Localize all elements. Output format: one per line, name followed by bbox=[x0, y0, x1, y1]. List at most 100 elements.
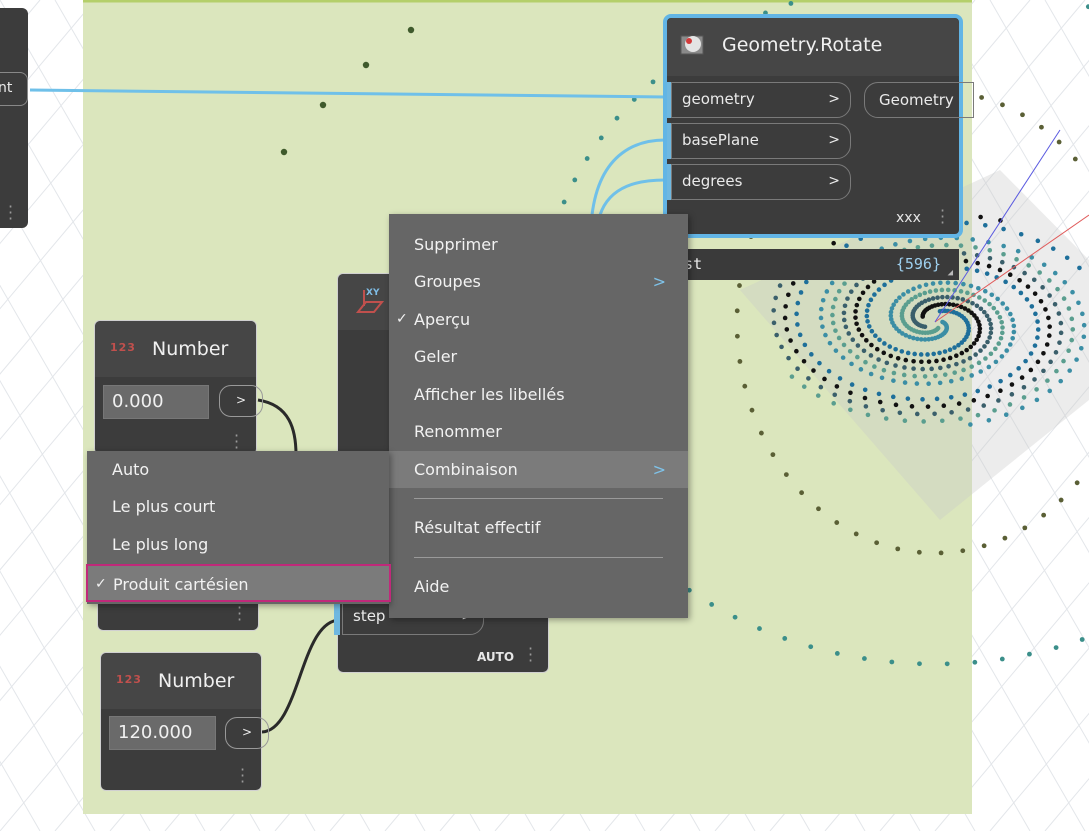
menu-item-resultat-effectif[interactable]: Résultat effectif bbox=[389, 509, 688, 546]
geometry-point bbox=[1079, 637, 1085, 642]
geometry-point bbox=[951, 302, 956, 308]
geometry-point bbox=[820, 324, 825, 329]
check-icon: ✓ bbox=[95, 576, 107, 592]
geometry-point bbox=[893, 363, 898, 368]
geometry-point bbox=[854, 302, 860, 308]
geometry-point bbox=[889, 659, 895, 665]
number-value-field[interactable]: 0.000 bbox=[103, 385, 209, 419]
geometry-point bbox=[853, 309, 858, 314]
geometry-point bbox=[901, 372, 907, 378]
output-port-geometry[interactable]: Geometry bbox=[864, 82, 974, 118]
geometry-point bbox=[999, 330, 1005, 336]
xy-icon-label: XY bbox=[366, 288, 380, 298]
geometry-point bbox=[982, 222, 988, 228]
left-node-output-port[interactable]: nt bbox=[0, 72, 28, 106]
geometry-point bbox=[1041, 262, 1047, 268]
lacing-item-auto[interactable]: Auto bbox=[87, 451, 389, 488]
geometry-point bbox=[1017, 277, 1022, 283]
menu-separator bbox=[414, 498, 663, 499]
geometry-point bbox=[734, 308, 740, 314]
menu-item-groupes[interactable]: Groupes > bbox=[389, 263, 688, 300]
geometry-point bbox=[967, 355, 973, 361]
geometry-point bbox=[893, 346, 898, 352]
menu-item-afficher-libelles[interactable]: Afficher les libellés bbox=[389, 376, 688, 413]
geometry-point bbox=[1058, 330, 1064, 336]
geometry-point bbox=[1052, 302, 1058, 307]
menu-item-combinaison[interactable]: Combinaison > bbox=[389, 451, 688, 488]
geometry-point bbox=[877, 399, 883, 405]
number-node-1[interactable]: 123 Number 0.000 > · · · bbox=[94, 320, 263, 456]
geometry-point bbox=[876, 287, 882, 292]
geometry-point bbox=[864, 313, 870, 319]
number-node-header[interactable]: 123 Number bbox=[95, 321, 256, 377]
geometry-point bbox=[952, 370, 957, 375]
geometry-point bbox=[942, 372, 948, 377]
geometry-point bbox=[917, 292, 923, 298]
geometry-point bbox=[846, 331, 852, 336]
geometry-point bbox=[983, 356, 988, 361]
node-grip-icon[interactable]: · · · bbox=[240, 762, 245, 790]
node-grip-icon[interactable]: · · · bbox=[234, 428, 239, 456]
geometry-point bbox=[917, 661, 922, 667]
geometry-point bbox=[833, 296, 838, 302]
menu-item-geler[interactable]: Geler bbox=[389, 338, 688, 375]
geometry-point bbox=[1046, 315, 1051, 321]
rotate-node-header[interactable]: Geometry.Rotate bbox=[667, 18, 959, 76]
geometry-point bbox=[962, 392, 968, 397]
geometry-point bbox=[866, 302, 871, 308]
number-node-header[interactable]: 123 Number bbox=[101, 653, 261, 709]
geometry-point bbox=[912, 351, 917, 357]
number-node-title: Number bbox=[158, 670, 235, 692]
number-output-arrow[interactable]: > bbox=[219, 385, 263, 417]
menu-item-label: Combinaison bbox=[414, 460, 518, 479]
node-grip-icon[interactable]: · · · bbox=[237, 600, 242, 628]
geometry-rotate-node[interactable]: Geometry.Rotate geometry > basePlane > d… bbox=[663, 14, 974, 238]
node-context-menu[interactable]: Supprimer Groupes > ✓ Aperçu Geler Affiche… bbox=[389, 214, 688, 618]
geometry-point bbox=[1044, 342, 1050, 347]
menu-item-apercu[interactable]: ✓ Aperçu bbox=[389, 301, 688, 338]
number-output-arrow[interactable]: > bbox=[225, 717, 269, 749]
menu-item-aide[interactable]: Aide bbox=[389, 568, 688, 605]
geometry-point bbox=[853, 315, 858, 320]
geometry-point bbox=[926, 381, 931, 386]
menu-item-supprimer[interactable]: Supprimer bbox=[389, 226, 688, 263]
geometry-point bbox=[847, 348, 853, 354]
geometry-point bbox=[988, 321, 993, 327]
geometry-point bbox=[802, 342, 808, 348]
number-node-2[interactable]: 123 Number 120.000 > · · · bbox=[100, 652, 269, 791]
geometry-point bbox=[881, 367, 887, 373]
menu-item-renommer[interactable]: Renommer bbox=[389, 413, 688, 450]
geometry-point bbox=[872, 364, 877, 369]
geometry-point bbox=[1008, 311, 1013, 317]
geometry-point bbox=[1031, 277, 1037, 283]
rotate-node-title: Geometry.Rotate bbox=[722, 34, 883, 56]
resize-handle-icon[interactable]: ◢ bbox=[948, 268, 953, 278]
geometry-point bbox=[948, 394, 954, 400]
geometry-point bbox=[1011, 329, 1017, 335]
geometry-point bbox=[1019, 375, 1025, 380]
node-grip-icon[interactable]: · · · bbox=[528, 641, 533, 669]
node-grip-icon[interactable]: · · · bbox=[940, 203, 945, 231]
geometry-point bbox=[993, 346, 998, 352]
preview-bubble[interactable]: List {596} ◢ bbox=[666, 249, 959, 280]
geometry-point bbox=[861, 348, 867, 354]
lacing-item-cross-product[interactable]: ✓ Produit cartésien bbox=[86, 564, 391, 602]
number-value-field[interactable]: 120.000 bbox=[109, 716, 216, 750]
geometry-point bbox=[758, 430, 764, 436]
geometry-point bbox=[864, 338, 869, 343]
geometry-point bbox=[808, 644, 814, 650]
geometry-point bbox=[1004, 348, 1009, 353]
geometry-point bbox=[965, 290, 970, 296]
geometry-point bbox=[876, 391, 882, 397]
input-port-degrees[interactable]: degrees > bbox=[671, 164, 851, 200]
input-port-geometry[interactable]: geometry > bbox=[671, 82, 851, 118]
partial-left-node[interactable]: nt · · · bbox=[0, 8, 28, 228]
lacing-item-shortest[interactable]: Le plus court bbox=[87, 488, 389, 525]
input-port-baseplane[interactable]: basePlane > bbox=[671, 123, 851, 159]
geometry-point bbox=[1041, 512, 1047, 518]
geometry-point bbox=[961, 359, 966, 364]
lacing-submenu[interactable]: Auto Le plus court Le plus long ✓ Produit… bbox=[86, 451, 391, 604]
lacing-item-longest[interactable]: Le plus long bbox=[87, 526, 389, 563]
geometry-point bbox=[999, 259, 1005, 265]
geometry-point bbox=[855, 354, 860, 360]
